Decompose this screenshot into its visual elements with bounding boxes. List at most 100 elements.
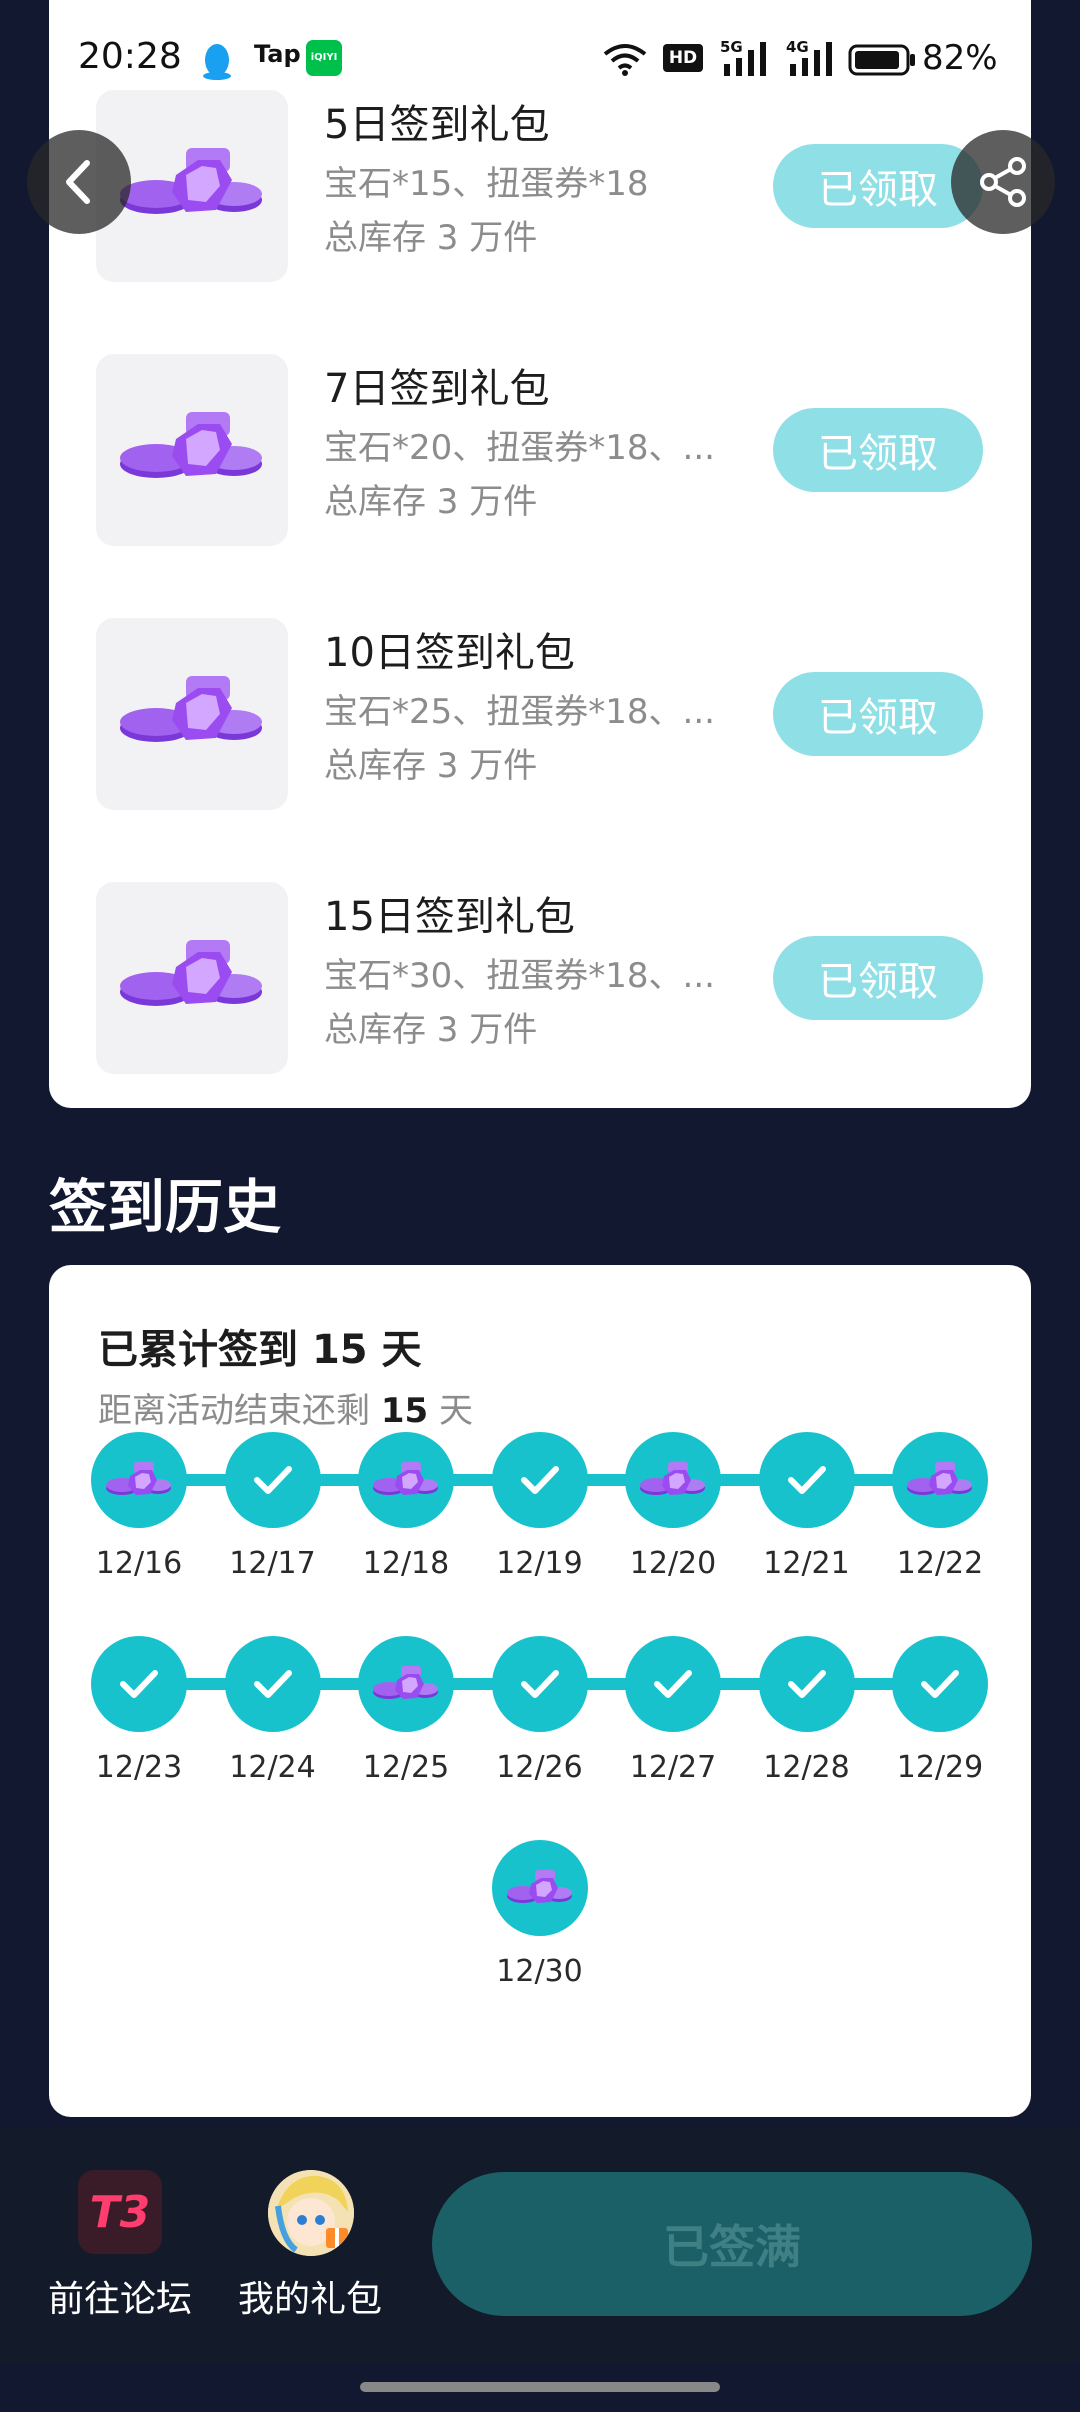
day-checked [491, 1432, 588, 1528]
gift-pack-stock: 总库存 3 万件 [324, 218, 538, 258]
status-time: 20:28 [78, 36, 182, 77]
battery-percent: 82% [922, 38, 998, 78]
gift-pack-desc: 宝石*15、扭蛋券*18 [324, 164, 649, 204]
check-icon [520, 1466, 559, 1494]
wifi-icon [603, 42, 647, 80]
qq-icon [200, 42, 234, 86]
day-date-label: 12/19 [496, 1546, 583, 1581]
avatar [268, 2170, 354, 2256]
day-date-label: 12/23 [95, 1750, 183, 1785]
tap-icon: Tap [254, 40, 301, 68]
day-checked [91, 1636, 187, 1732]
day-date-label: 12/25 [362, 1750, 450, 1785]
day-date-label: 12/24 [229, 1750, 316, 1785]
check-icon [787, 1466, 826, 1494]
bottom-bar: T3 前往论坛 我的礼包 已签满 [0, 2128, 1080, 2364]
check-icon [253, 1670, 292, 1698]
back-button[interactable] [27, 130, 131, 234]
day-checked [758, 1432, 855, 1528]
day-date-label: 12/16 [95, 1546, 183, 1581]
history-remaining-prefix: 距离活动结束还剩 [98, 1391, 381, 1431]
gem-icon [907, 1462, 972, 1495]
check-icon [520, 1670, 559, 1698]
gem-icon [640, 1462, 705, 1495]
history-remaining-suffix: 天 [428, 1391, 473, 1431]
check-icon [921, 1670, 959, 1698]
section-title: 签到历史 [49, 1173, 282, 1241]
gift-pack-stock: 总库存 3 万件 [324, 482, 538, 522]
gift-pack-row: 7日签到礼包 宝石*20、扭蛋券*18、... 总库存 3 万件 已领取 [49, 354, 1031, 546]
gem-icon [506, 1870, 572, 1903]
gift-pack-row: 5日签到礼包 宝石*15、扭蛋券*18 总库存 3 万件 已领取 [49, 90, 1031, 282]
claimed-button[interactable]: 已领取 [773, 936, 983, 1020]
t3-forum-icon-text: T3 [89, 2186, 151, 2238]
t3-forum-icon: T3 [78, 2170, 162, 2254]
day-reward-gift [358, 1636, 454, 1732]
day-reward-gift [91, 1432, 187, 1528]
gift-pack-desc: 宝石*20、扭蛋券*18、... [324, 428, 715, 468]
gift-pack-title: 5日签到礼包 [324, 102, 550, 148]
gem-icon [373, 1462, 438, 1495]
gem-icon [106, 1462, 171, 1495]
signal-4g-icon: 4G [786, 38, 838, 82]
gift-pack-title: 7日签到礼包 [324, 366, 550, 412]
gift-pack-stock: 总库存 3 万件 [324, 746, 538, 786]
signal-5g-icon: 5G [720, 38, 772, 82]
checkin-full-button[interactable]: 已签满 [432, 2172, 1032, 2316]
day-reward-gift [892, 1432, 988, 1528]
gift-pack-card: 5日签到礼包 宝石*15、扭蛋券*18 总库存 3 万件 已领取 7日签到礼包 … [49, 0, 1031, 1108]
history-remaining-days: 15 [380, 1391, 429, 1431]
day-date-label: 12/17 [229, 1546, 316, 1581]
check-icon [253, 1466, 292, 1494]
day-date-label: 12/27 [629, 1750, 717, 1785]
signal-5g-label: 5G [720, 38, 743, 56]
gift-pack-row: 15日签到礼包 宝石*30、扭蛋券*18、... 总库存 3 万件 已领取 [49, 882, 1031, 1074]
day-checked [491, 1636, 588, 1732]
gift-pack-stock: 总库存 3 万件 [324, 1010, 538, 1050]
day-date-label: 12/21 [763, 1546, 850, 1581]
day-reward-gift [491, 1840, 588, 1936]
claimed-button[interactable]: 已领取 [773, 672, 983, 756]
day-checked [224, 1432, 321, 1528]
check-icon [120, 1670, 158, 1698]
chevron-left-icon [66, 160, 90, 204]
status-bar: 20:28 Tap iQIYI HD 5G 4G 82% [0, 30, 1080, 94]
home-indicator [360, 2382, 720, 2392]
history-total-prefix: 已累计签到 [98, 1327, 312, 1373]
my-gifts-label: 我的礼包 [238, 2279, 383, 2320]
gem-icon [373, 1666, 438, 1699]
share-button[interactable] [951, 130, 1055, 234]
gem-pack-image [96, 882, 288, 1074]
forum-button[interactable]: T3 前往论坛 [44, 2170, 194, 2320]
day-reward-gift [358, 1432, 454, 1528]
day-date-label: 12/26 [496, 1750, 583, 1785]
day-reward-gift [625, 1432, 721, 1528]
gift-pack-title: 10日签到礼包 [324, 630, 575, 676]
day-date-label: 12/20 [629, 1546, 717, 1581]
claimed-button[interactable]: 已领取 [773, 408, 983, 492]
my-gifts-button[interactable]: 我的礼包 [238, 2170, 388, 2320]
hd-icon: HD [663, 44, 703, 72]
history-total-text: 已累计签到 15 天 [98, 1317, 422, 1375]
gift-pack-row: 10日签到礼包 宝石*25、扭蛋券*18、... 总库存 3 万件 已领取 [49, 618, 1031, 810]
gift-pack-desc: 宝石*25、扭蛋券*18、... [324, 692, 715, 732]
hd-icon-label: HD [668, 48, 698, 68]
gem-pack-image [96, 618, 288, 810]
signal-4g-label: 4G [786, 38, 809, 56]
day-checked [224, 1636, 321, 1732]
check-icon [787, 1670, 826, 1698]
checkin-history-card: 已累计签到 15 天 距离活动结束还剩 15 天 12/16 12/17 12/18… [49, 1265, 1031, 2117]
share-icon [980, 157, 1026, 207]
forum-label: 前往论坛 [48, 2279, 193, 2320]
iqiyi-icon: iQIYI [306, 40, 342, 76]
day-checked [892, 1636, 988, 1732]
day-date-label: 12/28 [763, 1750, 850, 1785]
day-date-label: 12/29 [896, 1750, 984, 1785]
day-checked [625, 1636, 721, 1732]
gift-pack-desc: 宝石*30、扭蛋券*18、... [324, 956, 715, 996]
day-checked [758, 1636, 855, 1732]
battery-icon [848, 44, 918, 80]
iqiyi-icon-label: iQIYI [310, 52, 338, 63]
gem-pack-image [96, 354, 288, 546]
day-date-label: 12/22 [896, 1546, 984, 1581]
